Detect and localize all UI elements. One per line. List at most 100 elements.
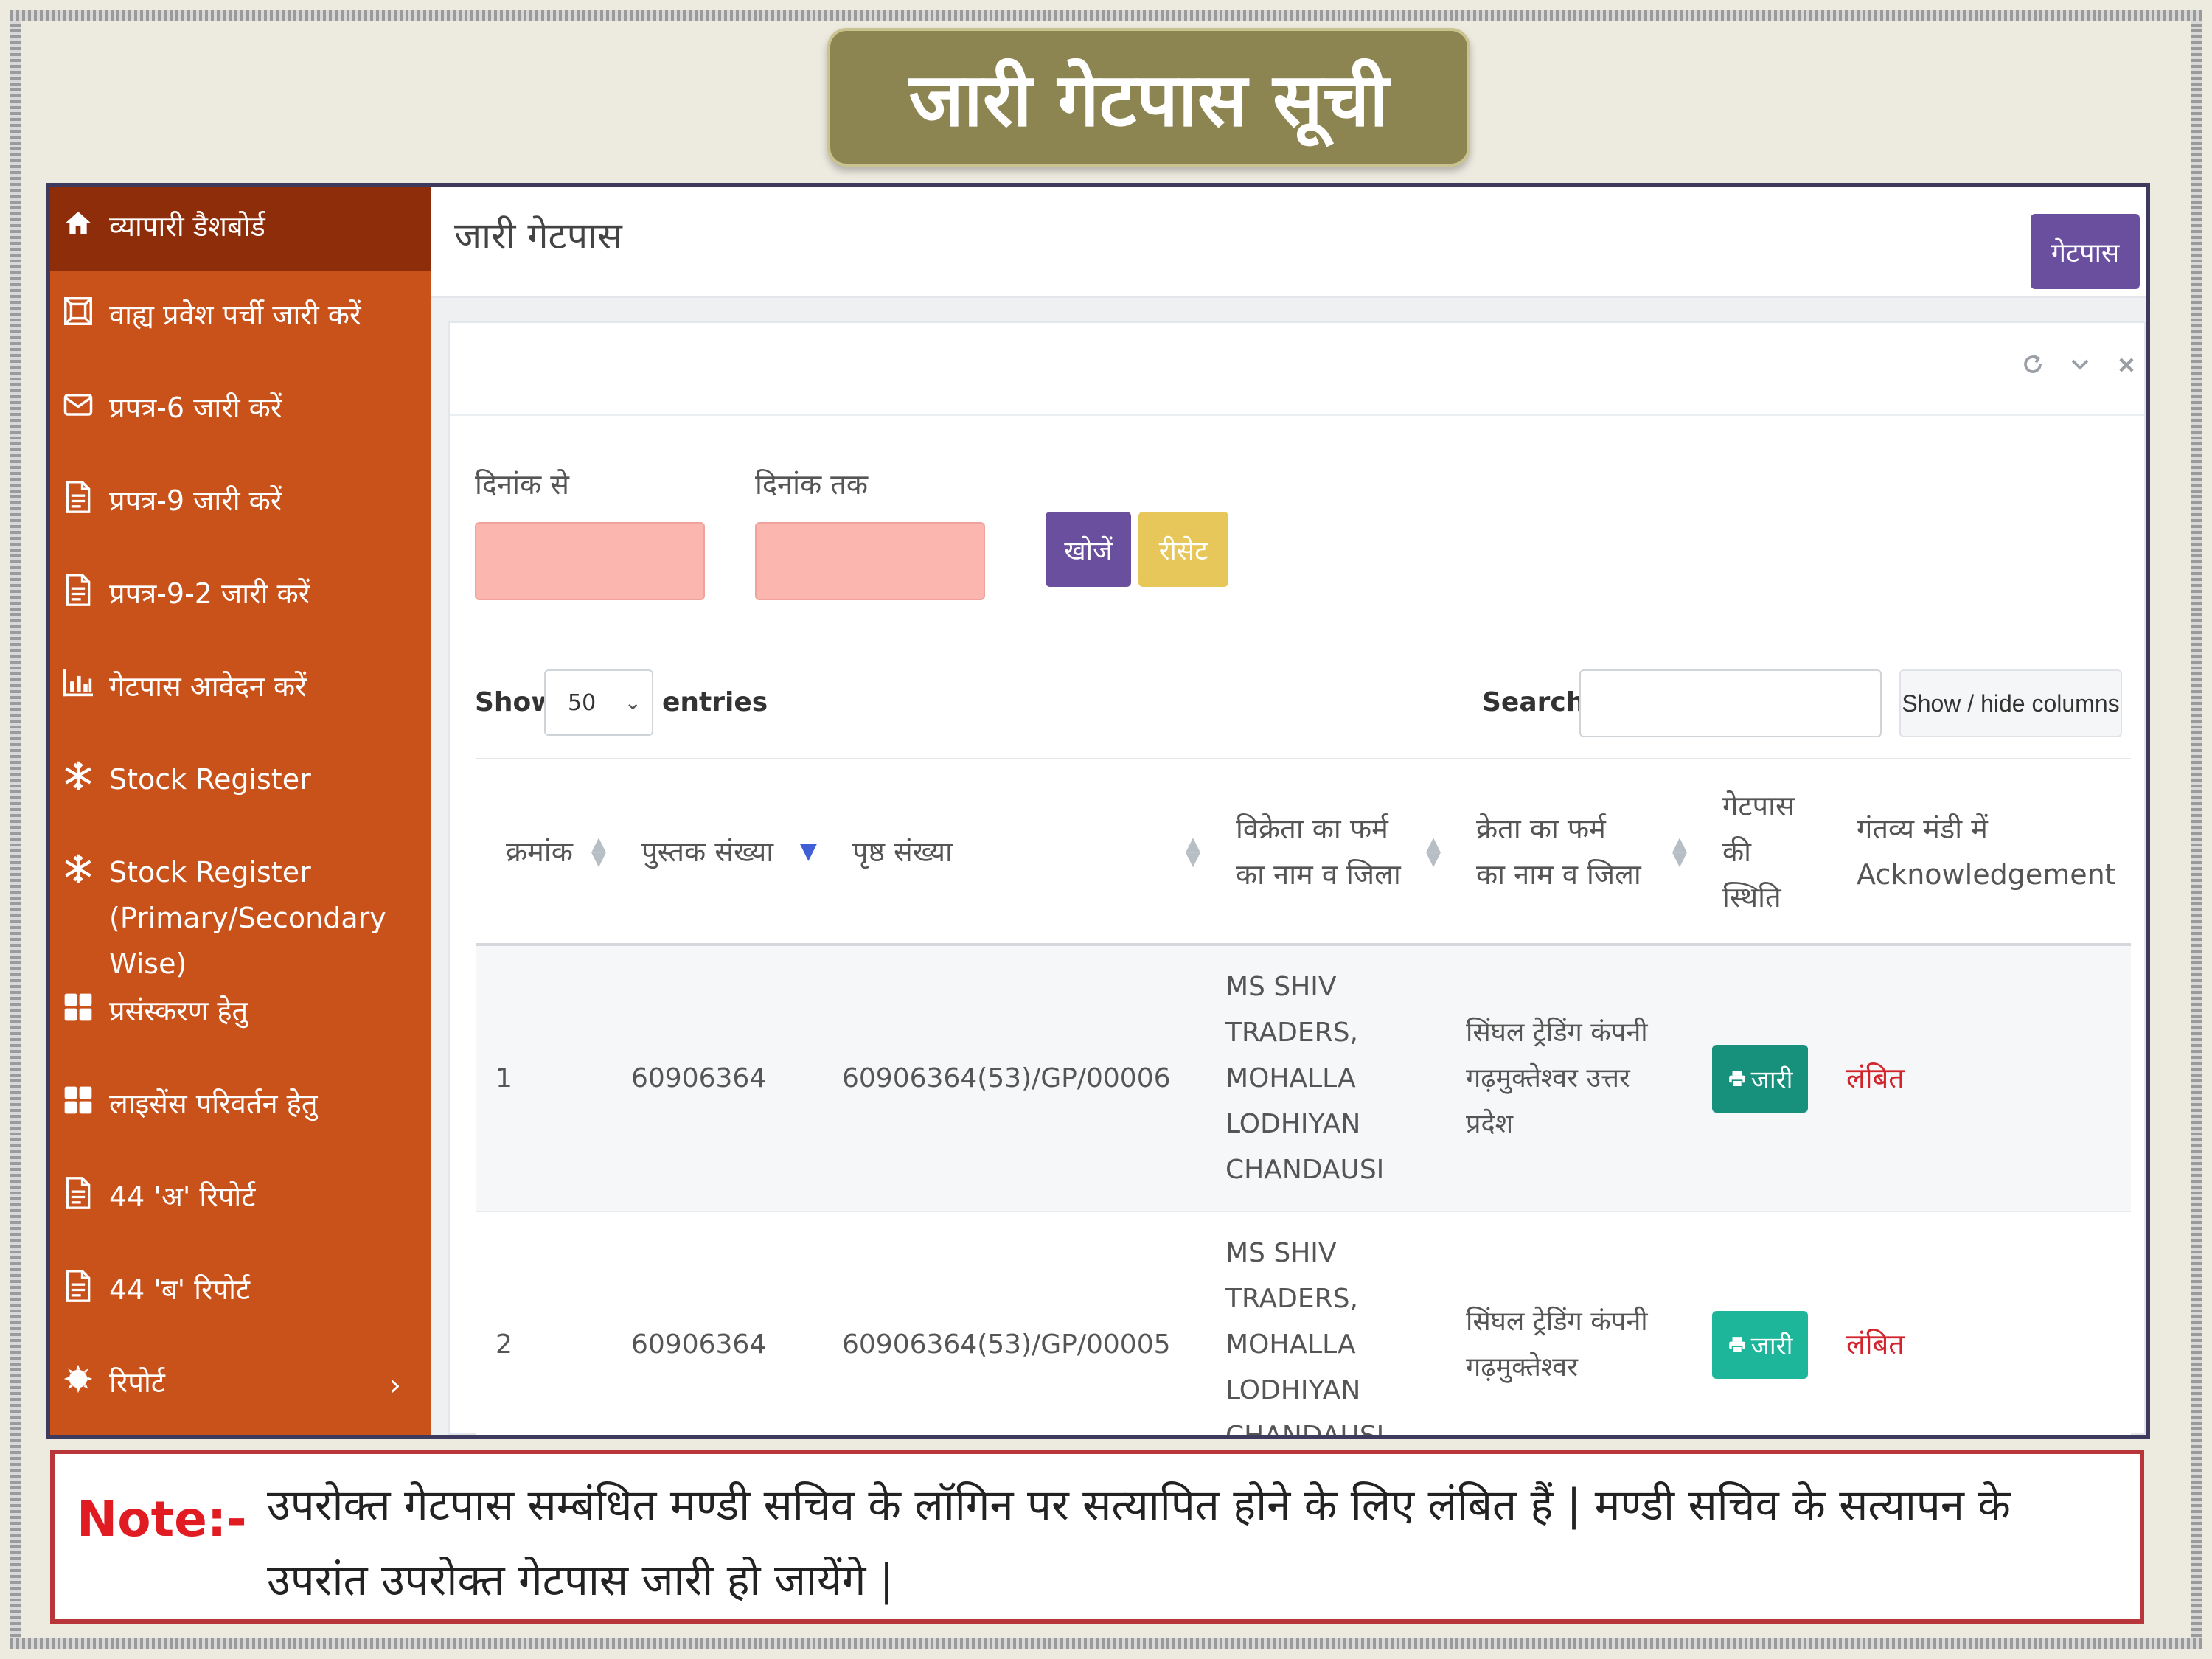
cell-status: जारी — [1693, 1211, 1827, 1435]
cell-status: जारी — [1693, 945, 1827, 1212]
gatepass-button[interactable]: गेटपास — [2031, 214, 2140, 289]
sidebar-item-reports[interactable]: रिपोर्ट › — [50, 1339, 431, 1432]
sidebar-item-stock-register[interactable]: Stock Register — [50, 736, 431, 829]
document-icon — [60, 572, 96, 608]
cell-page-number: 60906364(53)/GP/00005 — [823, 1211, 1206, 1435]
content-header: जारी गेटपास गेटपास — [431, 187, 2146, 298]
sidebar-item-license-change[interactable]: लाइसेंस परिवर्तन हेतु — [50, 1060, 431, 1153]
cell-serial: 1 — [476, 945, 612, 1212]
chevron-down-icon[interactable] — [2069, 352, 2091, 382]
document-icon — [60, 1175, 96, 1211]
column-page-number[interactable]: पृष्ठ संख्या ▲ ▼ — [823, 758, 1206, 946]
reset-button[interactable]: रीसेट — [1138, 512, 1228, 587]
cell-book-number: 60906364 — [612, 1211, 823, 1435]
table-header-row: क्रमांक ▲ ▼ पुस्तक संख्या ▼ पृष्ठ संख्या … — [476, 758, 2131, 946]
sidebar-item-form-9[interactable]: प्रपत्र-9 जारी करें — [50, 457, 431, 550]
entries-select[interactable]: 50 ⌄ — [544, 669, 653, 736]
column-gatepass-status[interactable]: गेटपास की स्थिति — [1693, 758, 1827, 946]
entries-label: entries — [662, 687, 768, 717]
cell-acknowledgement: लंबित — [1827, 1211, 2131, 1435]
cell-page-number: 60906364(53)/GP/00006 — [823, 945, 1206, 1212]
cell-book-number: 60906364 — [612, 945, 823, 1212]
sidebar-item-gatepass-apply[interactable]: गेटपास आवेदन करें — [50, 643, 431, 736]
cell-acknowledgement: लंबित — [1827, 945, 2131, 1212]
cell-serial: 2 — [476, 1211, 612, 1435]
show-hide-columns-button[interactable]: Show / hide columns — [1899, 669, 2122, 737]
refresh-icon[interactable] — [2022, 352, 2044, 382]
sidebar-item-label: गेटपास आवेदन करें — [109, 670, 307, 703]
slide-title: जारी गेटपास सूची — [908, 57, 1389, 143]
close-icon[interactable] — [2116, 352, 2137, 382]
pending-status: लंबित — [1846, 1061, 1905, 1094]
panel-tools — [2022, 352, 2137, 382]
sidebar-item-label: रिपोर्ट — [109, 1366, 165, 1399]
slide-title-banner: जारी गेटपास सूची — [827, 28, 1470, 167]
sidebar-item-label: 44 'अ' रिपोर्ट — [109, 1180, 256, 1213]
bar-chart-icon — [60, 665, 96, 700]
table-row: 2 60906364 60906364(53)/GP/00005 MS SHIV… — [476, 1211, 2131, 1435]
note-text: उपरोक्त गेटपास सम्बंधित मण्डी सचिव के लॉ… — [267, 1480, 2011, 1605]
issue-status-button[interactable]: जारी — [1712, 1044, 1808, 1113]
cell-buyer: सिंघल ट्रेडिंग कंपनी गढ़मुक्तेश्वर उत्तर… — [1447, 945, 1693, 1212]
note-label: Note:- — [77, 1491, 247, 1548]
cell-seller: MS SHIV TRADERS, MOHALLA LODHIYAN CHANDA… — [1206, 1211, 1447, 1435]
to-date-input[interactable] — [755, 522, 985, 600]
sidebar-item-label: प्रपत्र-6 जारी करें — [109, 392, 282, 424]
pending-status: लंबित — [1846, 1328, 1905, 1360]
grid-icon — [60, 990, 96, 1025]
document-icon — [60, 479, 96, 515]
search-label: Search: — [1482, 687, 1596, 717]
sidebar-item-stock-register-wise[interactable]: Stock Register (Primary/Secondary Wise) — [50, 829, 431, 980]
search-button[interactable]: खोजें — [1046, 512, 1131, 587]
sort-icon: ▲ ▼ — [1186, 832, 1200, 870]
sidebar-item-label: प्रपत्र-9 जारी करें — [109, 484, 282, 517]
chevron-right-icon: › — [389, 1368, 401, 1402]
app-screenshot: व्यापारी डैशबोर्ड वाह्य प्रवेश पर्ची जार… — [46, 183, 2150, 1439]
print-icon — [1728, 1337, 1745, 1354]
sort-desc-icon: ▼ — [799, 838, 817, 864]
page-title: जारी गेटपास — [454, 215, 622, 257]
sidebar-item-label: लाइसेंस परिवर्तन हेतु — [109, 1088, 318, 1120]
sidebar-item-report-44a[interactable]: 44 'अ' रिपोर्ट — [50, 1153, 431, 1246]
cell-seller: MS SHIV TRADERS, MOHALLA LODHIYAN CHANDA… — [1206, 945, 1447, 1212]
sort-icon: ▲ ▼ — [1426, 832, 1441, 870]
sidebar-item-entry-slip[interactable]: वाह्य प्रवेश पर्ची जारी करें — [50, 271, 431, 364]
sidebar-item-label: प्रपत्र-9-2 जारी करें — [109, 577, 310, 610]
entries-value: 50 — [568, 689, 597, 716]
snowflake-icon — [60, 851, 96, 886]
table-row: 1 60906364 60906364(53)/GP/00006 MS SHIV… — [476, 945, 2131, 1212]
column-serial[interactable]: क्रमांक ▲ ▼ — [476, 758, 612, 946]
from-date-input[interactable] — [475, 522, 705, 600]
sidebar: व्यापारी डैशबोर्ड वाह्य प्रवेश पर्ची जार… — [50, 187, 431, 1435]
snowflake-icon — [60, 758, 96, 793]
envelope-icon — [60, 386, 96, 422]
sidebar-item-label: Stock Register — [109, 763, 311, 796]
gatepass-table: क्रमांक ▲ ▼ पुस्तक संख्या ▼ पृष्ठ संख्या … — [476, 758, 2131, 1435]
sidebar-item-form-6[interactable]: प्रपत्र-6 जारी करें — [50, 364, 431, 457]
search-input[interactable] — [1579, 669, 1882, 737]
sidebar-item-label: वाह्य प्रवेश पर्ची जारी करें — [109, 299, 361, 331]
note-box: Note:- उपरोक्त गेटपास सम्बंधित मण्डी सचि… — [50, 1450, 2144, 1624]
home-icon — [60, 205, 96, 240]
issue-status-button[interactable]: जारी — [1712, 1311, 1808, 1379]
grid-icon — [60, 1082, 96, 1118]
sort-icon: ▲ ▼ — [591, 832, 606, 870]
cell-buyer: सिंघल ट्रेडिंग कंपनी गढ़मुक्तेश्वर — [1447, 1211, 1693, 1435]
sidebar-item-report-44b[interactable]: 44 'ब' रिपोर्ट — [50, 1246, 431, 1339]
sidebar-item-label: व्यापारी डैशबोर्ड — [109, 210, 265, 243]
sidebar-item-label: 44 'ब' रिपोर्ट — [109, 1273, 251, 1306]
gear-icon — [60, 1361, 96, 1397]
sidebar-item-form-9-2[interactable]: प्रपत्र-9-2 जारी करें — [50, 550, 431, 643]
chevron-down-icon: ⌄ — [624, 690, 641, 714]
to-date-label: दिनांक तक — [755, 468, 869, 501]
sort-icon: ▲ ▼ — [1672, 832, 1687, 870]
sidebar-item-dashboard[interactable]: व्यापारी डैशबोर्ड — [50, 187, 431, 271]
column-buyer[interactable]: क्रेता का फर्म का नाम व जिला ▲ ▼ — [1447, 758, 1693, 946]
sidebar-item-processing[interactable]: प्रसंस्करण हेतु — [50, 967, 431, 1060]
column-book-number[interactable]: पुस्तक संख्या ▼ — [612, 758, 823, 946]
column-acknowledgement[interactable]: गंतव्य मंडी में Acknowledgement — [1827, 758, 2131, 946]
column-seller[interactable]: विक्रेता का फर्म का नाम व जिला ▲ ▼ — [1206, 758, 1447, 946]
print-icon — [1728, 1070, 1745, 1088]
panel-divider — [450, 414, 2144, 416]
sidebar-item-label: प्रसंस्करण हेतु — [109, 995, 248, 1027]
